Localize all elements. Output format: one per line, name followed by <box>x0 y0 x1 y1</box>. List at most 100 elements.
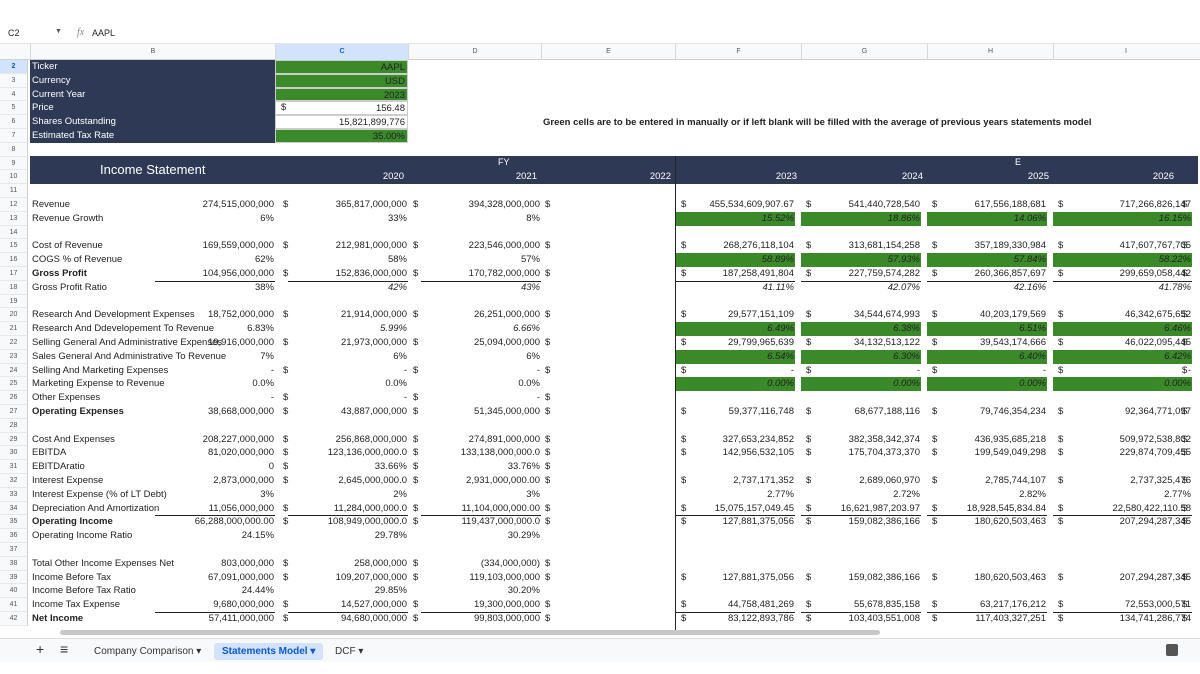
row-number[interactable]: 38 <box>0 556 28 571</box>
cell-reference[interactable]: C2 <box>8 28 20 38</box>
column-header-H[interactable]: H <box>927 44 1053 60</box>
value-cell[interactable]: 169,559,000,000 <box>155 239 275 253</box>
value-cell[interactable]: 11,104,000,000.00 <box>421 502 541 517</box>
column-header-D[interactable]: D <box>408 44 541 60</box>
value-cell[interactable]: 3% <box>155 488 275 502</box>
column-header-E[interactable]: E <box>541 44 675 60</box>
value-cell[interactable]: 66,288,000,000.00 <box>155 515 275 529</box>
value-cell[interactable]: - <box>288 364 408 378</box>
value-cell[interactable]: 2.72% <box>801 488 921 502</box>
row-number[interactable]: 27 <box>0 405 28 419</box>
input-cell[interactable]: 156.48 <box>275 101 408 116</box>
value-cell[interactable]: 6.46% <box>1053 322 1192 336</box>
value-cell[interactable]: 34,132,513,122 <box>801 336 921 350</box>
value-cell[interactable]: 357,189,330,984 <box>927 239 1047 253</box>
value-cell[interactable]: 29.78% <box>288 529 408 543</box>
value-cell[interactable]: 79,746,354,234 <box>927 405 1047 419</box>
value-cell[interactable]: 170,782,000,000 <box>421 267 541 282</box>
value-cell[interactable]: 180,620,503,463 <box>927 571 1047 585</box>
value-cell[interactable]: 207,294,287,345 <box>1053 571 1192 585</box>
tab-dcf[interactable]: DCF ▾ <box>327 643 371 660</box>
row-number[interactable]: 36 <box>0 529 28 543</box>
value-cell[interactable]: 55,678,835,158 <box>801 598 921 613</box>
value-cell[interactable]: 268,276,118,104 <box>675 239 795 253</box>
row-number[interactable]: 13 <box>0 211 28 226</box>
row-number[interactable]: 4 <box>0 87 28 102</box>
value-cell[interactable]: 38,668,000,000 <box>155 405 275 419</box>
value-cell[interactable]: 7% <box>155 350 275 364</box>
value-cell[interactable]: - <box>1053 364 1192 378</box>
value-cell[interactable]: - <box>421 364 541 378</box>
row-number[interactable]: 31 <box>0 460 28 474</box>
value-cell[interactable]: 109,207,000,000 <box>288 571 408 585</box>
value-cell[interactable]: 34,544,674,993 <box>801 308 921 322</box>
value-cell[interactable]: 42.16% <box>927 281 1047 295</box>
row-number[interactable]: 11 <box>0 184 28 198</box>
value-cell[interactable]: 0.00% <box>801 377 921 392</box>
column-header-B[interactable]: B <box>30 44 275 60</box>
value-cell[interactable]: 57.84% <box>927 253 1047 267</box>
value-cell[interactable]: 258,000,000 <box>288 557 408 571</box>
value-cell[interactable]: - <box>421 391 541 405</box>
value-cell[interactable]: 39,543,174,666 <box>927 336 1047 350</box>
value-cell[interactable]: 2.82% <box>927 488 1047 502</box>
value-cell[interactable]: 0.00% <box>927 377 1047 392</box>
value-cell[interactable]: 6% <box>288 350 408 364</box>
value-cell[interactable]: 0.00% <box>1053 377 1192 392</box>
value-cell[interactable]: 6.30% <box>801 349 921 364</box>
value-cell[interactable]: 72,553,000,571 <box>1053 598 1192 613</box>
value-cell[interactable]: 2,645,000,000.0 <box>288 474 408 488</box>
value-cell[interactable]: 41.11% <box>675 281 795 295</box>
value-cell[interactable]: 33.76% <box>421 460 541 474</box>
value-cell[interactable]: 24.15% <box>155 529 275 543</box>
value-cell[interactable]: 62% <box>155 253 275 267</box>
value-cell[interactable]: 207,294,287,345 <box>1053 515 1192 529</box>
value-cell[interactable]: 57,411,000,000 <box>155 612 275 626</box>
value-cell[interactable]: 104,956,000,000 <box>155 267 275 282</box>
value-cell[interactable]: 394,328,000,000 <box>421 198 541 212</box>
value-cell[interactable]: 152,836,000,000 <box>288 267 408 282</box>
tab-statements-model[interactable]: Statements Model ▾ <box>214 643 324 660</box>
value-cell[interactable]: 63,217,176,212 <box>927 598 1047 613</box>
value-cell[interactable]: 11,284,000,000.0 <box>288 502 408 517</box>
value-cell[interactable]: 18,752,000,000 <box>155 308 275 322</box>
value-cell[interactable]: 2.77% <box>675 488 795 502</box>
row-number[interactable]: 33 <box>0 487 28 502</box>
value-cell[interactable]: 180,620,503,463 <box>927 515 1047 529</box>
value-cell[interactable]: 212,981,000,000 <box>288 239 408 253</box>
all-sheets-button[interactable]: ≡ <box>52 641 76 658</box>
row-number[interactable]: 15 <box>0 239 28 254</box>
row-number[interactable]: 26 <box>0 391 28 405</box>
row-number[interactable]: 20 <box>0 308 28 323</box>
row-number[interactable]: 22 <box>0 336 28 350</box>
value-cell[interactable]: 119,437,000,000.0 <box>421 515 541 529</box>
value-cell[interactable]: 6.66% <box>421 322 541 336</box>
column-header-F[interactable]: F <box>675 44 801 60</box>
value-cell[interactable]: 2,737,171,352 <box>675 474 795 488</box>
value-cell[interactable]: 142,956,532,105 <box>675 446 795 460</box>
value-cell[interactable]: 57% <box>421 253 541 267</box>
value-cell[interactable]: 99,803,000,000 <box>421 612 541 626</box>
row-number[interactable]: 40 <box>0 584 28 599</box>
value-cell[interactable]: 2,737,325,476 <box>1053 474 1192 488</box>
value-cell[interactable]: 119,103,000,000 <box>421 571 541 585</box>
row-number[interactable]: 17 <box>0 267 28 281</box>
value-cell[interactable]: 42.07% <box>801 281 921 295</box>
row-number[interactable]: 19 <box>0 294 28 309</box>
value-cell[interactable]: 159,082,386,166 <box>801 571 921 585</box>
value-cell[interactable]: 229,874,709,455 <box>1053 446 1192 460</box>
row-number[interactable]: 7 <box>0 129 28 143</box>
value-cell[interactable]: 0.0% <box>288 377 408 391</box>
row-number[interactable]: 39 <box>0 570 28 585</box>
value-cell[interactable]: 455,534,609,907.67 <box>675 198 795 212</box>
row-number[interactable]: 37 <box>0 543 28 557</box>
row-number[interactable]: 41 <box>0 598 28 612</box>
value-cell[interactable]: 14.06% <box>927 211 1047 226</box>
value-cell[interactable]: 6.54% <box>675 349 795 364</box>
row-number[interactable]: 10 <box>0 170 28 185</box>
value-cell[interactable]: 8% <box>421 212 541 226</box>
value-cell[interactable]: 717,266,826,147 <box>1053 198 1192 212</box>
value-cell[interactable]: 29.85% <box>288 584 408 598</box>
value-cell[interactable]: 0.00% <box>675 377 795 392</box>
value-cell[interactable]: 11,056,000,000 <box>155 502 275 517</box>
